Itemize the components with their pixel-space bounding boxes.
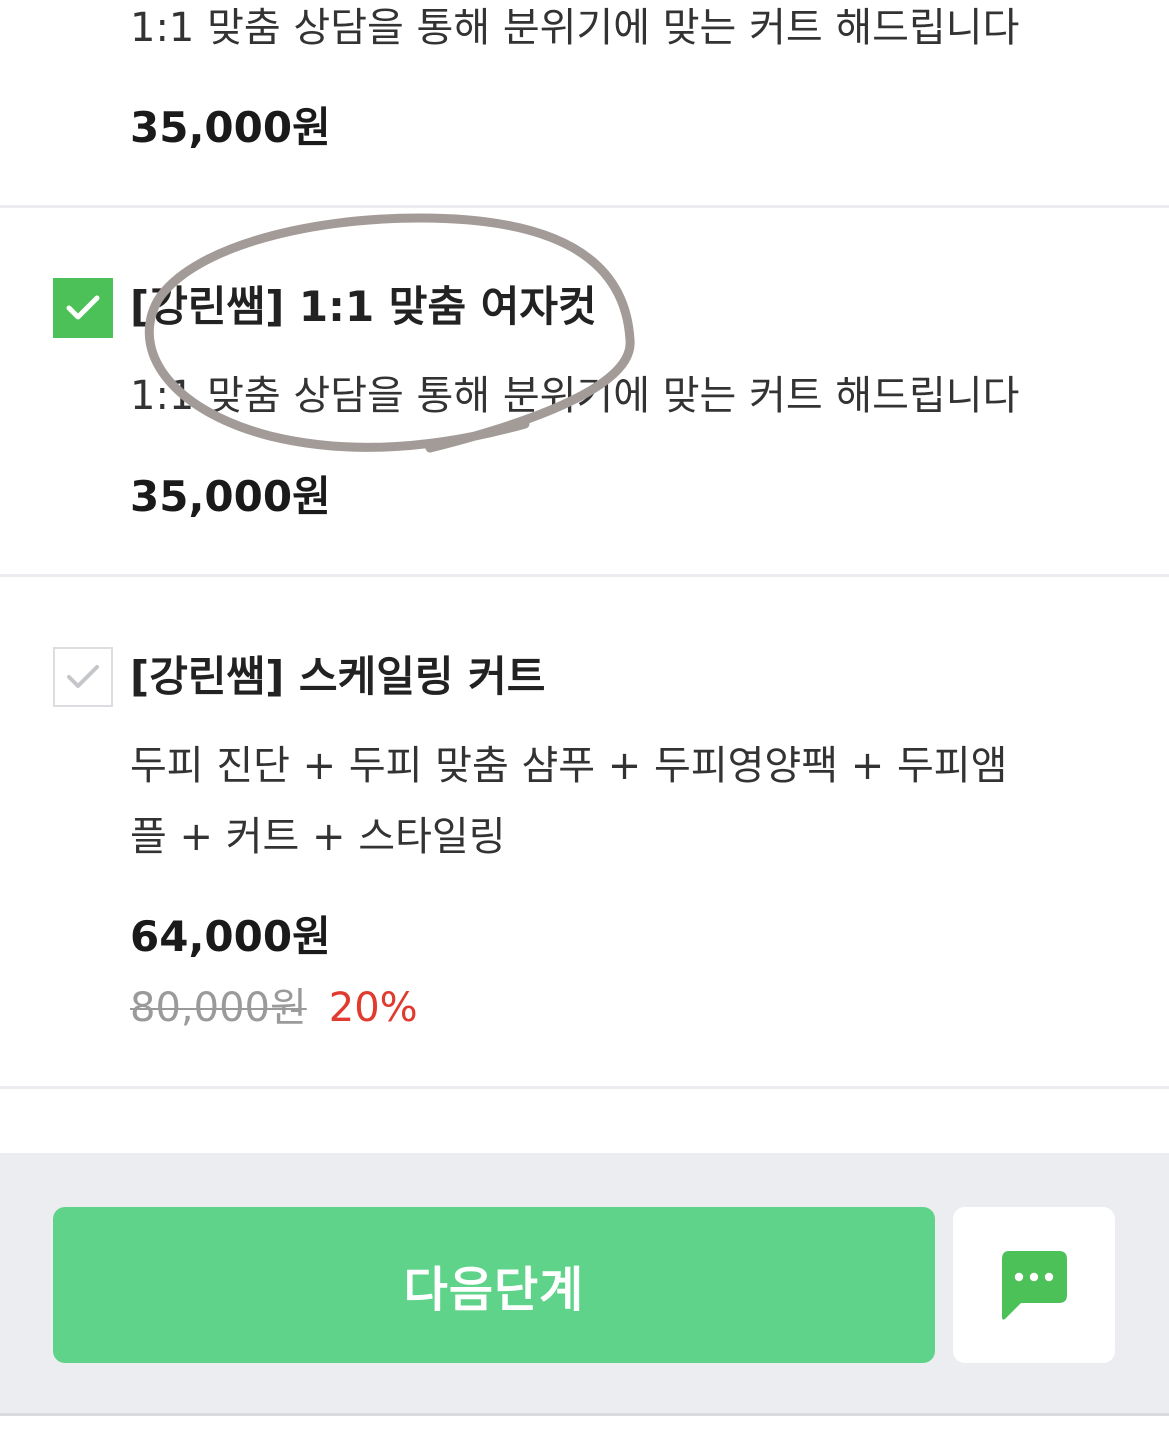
discount-rate: 20% — [328, 985, 418, 1031]
service-description: 1:1 맞춤 상담을 통해 분위기에 맞는 커트 해드립니다 — [130, 373, 1020, 419]
checkmark-icon — [67, 665, 99, 688]
service-price: 35,000원 — [130, 472, 331, 521]
service-list: 1:1 맞춤 상담을 통해 분위기에 맞는 커트 해드립니다 35,000원 [… — [0, 0, 1169, 1153]
bottom-strip — [0, 1416, 1169, 1436]
service-checkbox[interactable] — [53, 647, 113, 707]
service-description: 1:1 맞춤 상담을 통해 분위기에 맞는 커트 해드립니다 — [130, 5, 1020, 51]
service-title: [강린쌤] 1:1 맞춤 여자컷 — [130, 282, 597, 331]
service-price: 35,000원 — [130, 103, 331, 152]
service-price: 64,000원 — [130, 912, 331, 961]
service-description: 두피 진단 + 두피 맞춤 샴푸 + 두피영양팩 + 두피앰 — [130, 743, 1008, 789]
service-title: [강린쌤] 스케일링 커트 — [130, 652, 546, 701]
item-divider — [0, 1086, 1169, 1089]
checkmark-icon — [66, 295, 100, 320]
item-divider — [0, 574, 1169, 577]
item-divider — [0, 205, 1169, 208]
original-price: 80,000원 — [130, 985, 307, 1031]
chat-button[interactable] — [953, 1207, 1115, 1363]
service-description: 플 + 커트 + 스타일링 — [130, 814, 506, 860]
next-step-button[interactable]: 다음단계 — [53, 1207, 935, 1363]
service-checkbox[interactable] — [53, 278, 113, 338]
price-discount-row: 80,000원 20% — [130, 988, 418, 1028]
chat-bubble-icon — [1002, 1251, 1067, 1320]
